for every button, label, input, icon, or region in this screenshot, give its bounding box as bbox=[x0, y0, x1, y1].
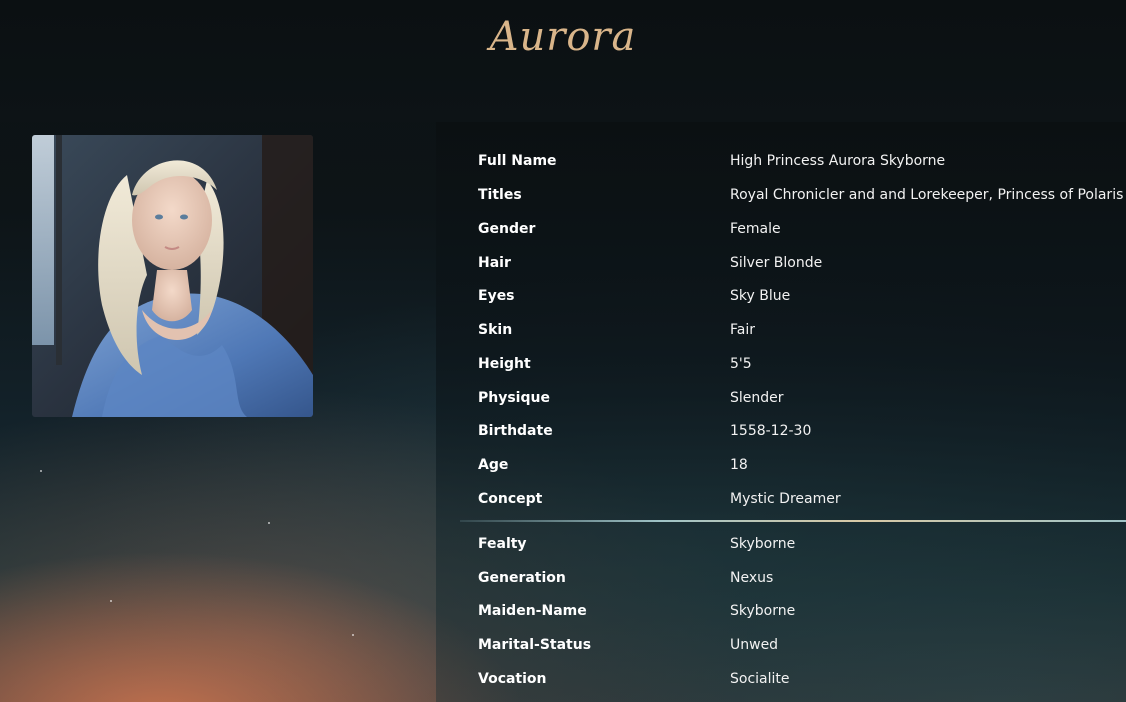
row-label: Age bbox=[478, 457, 509, 473]
row-value: Unwed bbox=[730, 637, 779, 653]
row-value: Sky Blue bbox=[730, 288, 791, 304]
row-value: Nexus bbox=[730, 570, 774, 586]
star-decoration bbox=[110, 600, 112, 602]
row-label: Hair bbox=[478, 255, 511, 271]
row-label: Gender bbox=[478, 221, 536, 237]
section-divider bbox=[460, 520, 1126, 522]
row-label: Skin bbox=[478, 322, 513, 338]
profile-details-panel: Full Name High Princess Aurora Skyborne … bbox=[436, 122, 1126, 702]
row-label: Marital-Status bbox=[478, 637, 592, 653]
row-value: High Princess Aurora Skyborne bbox=[730, 153, 946, 169]
row-label: Height bbox=[478, 356, 531, 372]
row-value: Royal Chronicler and and Lorekeeper, Pri… bbox=[730, 187, 1124, 203]
row-label: Eyes bbox=[478, 288, 515, 304]
row-label: Maiden-Name bbox=[478, 603, 587, 619]
row-label: Titles bbox=[478, 187, 522, 203]
row-label: Generation bbox=[478, 570, 566, 586]
row-value: Fair bbox=[730, 322, 755, 338]
portrait-image bbox=[32, 135, 313, 417]
row-value: 18 bbox=[730, 457, 748, 473]
row-label: Concept bbox=[478, 491, 543, 507]
star-decoration bbox=[268, 522, 270, 524]
character-portrait bbox=[32, 135, 313, 417]
row-value: 5'5 bbox=[730, 356, 752, 372]
row-value: Slender bbox=[730, 390, 784, 406]
row-label: Birthdate bbox=[478, 423, 553, 439]
row-label: Fealty bbox=[478, 536, 527, 552]
row-value: Skyborne bbox=[730, 603, 796, 619]
row-label: Physique bbox=[478, 390, 550, 406]
row-value: 1558-12-30 bbox=[730, 423, 812, 439]
profile-page: Aurora Full Name High Princess Aurora Sk… bbox=[0, 0, 1126, 702]
row-value: Silver Blonde bbox=[730, 255, 823, 271]
page-title: Aurora bbox=[489, 14, 637, 60]
row-value: Socialite bbox=[730, 671, 790, 687]
row-value: Skyborne bbox=[730, 536, 796, 552]
row-value: Mystic Dreamer bbox=[730, 491, 841, 507]
row-label: Full Name bbox=[478, 153, 557, 169]
row-value: Female bbox=[730, 221, 781, 237]
star-decoration bbox=[352, 634, 354, 636]
star-decoration bbox=[40, 470, 42, 472]
row-label: Vocation bbox=[478, 671, 547, 687]
